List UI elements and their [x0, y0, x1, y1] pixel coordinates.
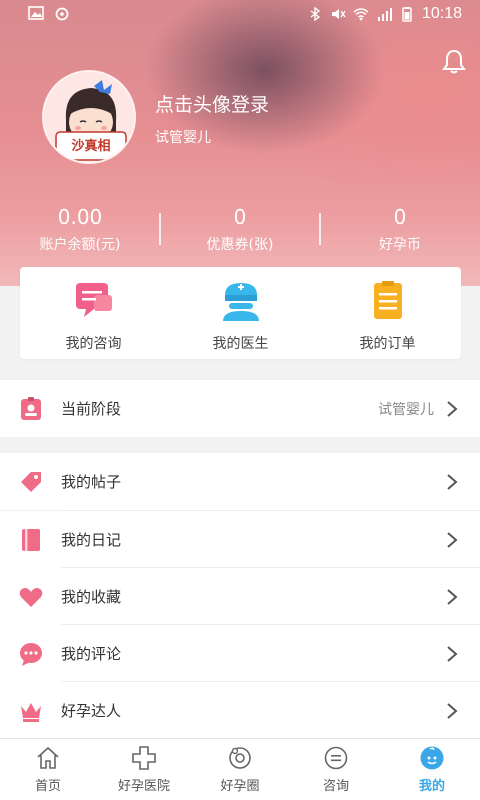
status-bar: 10:18: [0, 0, 480, 30]
tag-icon: [21, 471, 41, 492]
doctor-icon: [222, 283, 259, 321]
profile-icon: [420, 746, 444, 770]
status-time: 10:18: [421, 5, 462, 22]
current-stage-row[interactable]: 当前阶段 试管婴儿: [0, 380, 480, 437]
chevron-right-icon: [447, 588, 458, 605]
circle-icon: [229, 747, 251, 769]
row-label: 我的收藏: [61, 588, 122, 606]
mute-icon: [331, 9, 346, 19]
row-label: 好孕达人: [61, 702, 122, 720]
stat-coupons[interactable]: 0 优惠券(张): [160, 205, 320, 261]
consult-icon: [75, 283, 112, 317]
menu-item-expert[interactable]: 好孕达人: [0, 682, 480, 739]
nav-hospital[interactable]: 好孕医院: [96, 739, 192, 800]
nav-profile[interactable]: 我的: [384, 739, 480, 800]
quick-label: 我的医生: [212, 336, 269, 352]
stats-divider: [159, 213, 161, 245]
stat-balance[interactable]: 0.00 账户余额(元): [0, 205, 160, 261]
row-label: 我的帖子: [61, 473, 122, 491]
stat-label: 优惠券(张): [206, 237, 274, 253]
quick-consult-button[interactable]: 我的咨询: [20, 267, 167, 359]
menu-item-diary[interactable]: 我的日记: [0, 511, 480, 568]
home-icon: [37, 746, 59, 769]
nav-label: 咨询: [322, 779, 349, 794]
stat-value: 0: [393, 205, 407, 229]
comment-icon: [20, 642, 42, 666]
nav-label: 首页: [34, 779, 61, 794]
stat-value: 0.00: [57, 205, 103, 229]
gallery-icon: [28, 6, 44, 20]
signal-icon: [377, 8, 392, 21]
row-label: 当前阶段: [61, 400, 122, 418]
stat-value: 0: [233, 205, 247, 229]
menu-item-favorites[interactable]: 我的收藏: [0, 568, 480, 625]
hospital-icon: [132, 746, 156, 770]
wifi-icon: [353, 8, 369, 21]
chevron-right-icon: [447, 473, 458, 490]
id-card-icon: [21, 396, 41, 420]
diary-icon: [22, 528, 40, 551]
nav-label: 我的: [418, 779, 445, 794]
order-icon: [373, 281, 402, 319]
stat-label: 好孕币: [379, 237, 421, 253]
nav-circle[interactable]: 好孕圈: [192, 739, 288, 800]
quick-label: 我的咨询: [65, 336, 122, 352]
heart-icon: [19, 587, 43, 607]
chat-icon: [324, 746, 348, 770]
login-prompt[interactable]: 点击头像登录: [155, 90, 269, 117]
stat-label: 账户余额(元): [39, 237, 121, 253]
avatar-caption: 沙真相: [71, 139, 111, 154]
menu-item-comments[interactable]: 我的评论: [0, 625, 480, 682]
chevron-right-icon: [447, 645, 458, 662]
nav-label: 好孕圈: [220, 779, 260, 794]
quick-label: 我的订单: [359, 336, 416, 352]
chevron-right-icon: [447, 702, 458, 719]
avatar[interactable]: 沙真相: [42, 70, 136, 164]
quick-order-button[interactable]: 我的订单: [314, 267, 461, 359]
nav-consult[interactable]: 咨询: [288, 739, 384, 800]
profile-header: 10:18 沙真相 点击头像登录 试管婴儿 0.00 账户余额(元) 0 优惠券…: [0, 0, 480, 286]
bell-icon[interactable]: [440, 48, 468, 76]
bottom-nav: 首页 好孕医院 好孕圈 咨询 我的: [0, 738, 480, 800]
row-value: 试管婴儿: [378, 401, 434, 418]
stats-bar: 0.00 账户余额(元) 0 优惠券(张) 0 好孕币: [0, 205, 480, 261]
stats-divider: [319, 213, 321, 245]
row-label: 我的评论: [61, 645, 122, 663]
chevron-right-icon: [447, 400, 458, 417]
nav-label: 好孕医院: [117, 779, 170, 794]
crown-icon: [21, 702, 41, 722]
battery-icon: [402, 7, 412, 22]
row-label: 我的日记: [61, 531, 122, 549]
quick-actions-card: 我的咨询 我的医生 我的订单: [20, 267, 461, 359]
nav-home[interactable]: 首页: [0, 739, 96, 800]
chevron-right-icon: [447, 531, 458, 548]
bluetooth-icon: [310, 6, 321, 22]
netease-icon: [55, 7, 69, 21]
stat-coins[interactable]: 0 好孕币: [320, 205, 480, 261]
quick-doctor-button[interactable]: 我的医生: [167, 267, 314, 359]
menu-item-posts[interactable]: 我的帖子: [0, 453, 480, 510]
stage-subtitle: 试管婴儿: [155, 130, 211, 146]
